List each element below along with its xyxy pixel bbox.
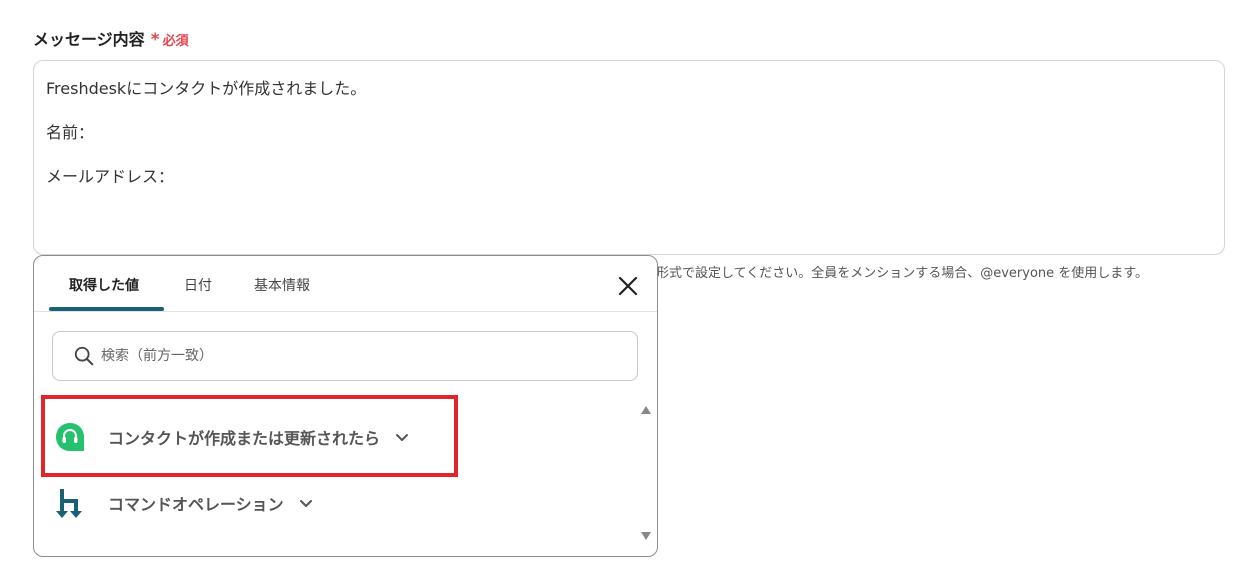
field-label-text: メッセージ内容 bbox=[33, 30, 145, 49]
help-text: 形式で設定してください。全員をメンションする場合、@everyone を使用しま… bbox=[656, 266, 1148, 281]
list-item-freshdesk-trigger[interactable]: コンタクトが作成または更新されたら bbox=[54, 421, 410, 453]
required-badge: 必須 bbox=[162, 34, 189, 49]
tab-bar: 取得した値 日付 基本情報 bbox=[34, 256, 657, 312]
search-box[interactable] bbox=[52, 331, 638, 381]
active-tab-indicator bbox=[49, 307, 164, 311]
scroll-down-arrow[interactable] bbox=[641, 532, 651, 540]
freshdesk-headset-icon bbox=[56, 423, 84, 451]
required-asterisk: * bbox=[150, 30, 160, 50]
chevron-down-icon[interactable] bbox=[394, 429, 410, 445]
search-icon bbox=[74, 346, 94, 366]
tab-date[interactable]: 日付 bbox=[184, 275, 212, 295]
list-item-command-operation[interactable]: コマンドオペレーション bbox=[54, 487, 314, 519]
list-item-label: コンタクトが作成または更新されたら bbox=[108, 429, 381, 448]
message-line: メールアドレス： bbox=[46, 167, 175, 186]
yoom-command-icon bbox=[56, 489, 82, 518]
scrollbar[interactable] bbox=[638, 406, 654, 540]
message-textarea[interactable]: Freshdeskにコンタクトが作成されました。 名前： メールアドレス： bbox=[33, 60, 1225, 255]
scroll-up-arrow[interactable] bbox=[641, 406, 651, 414]
close-icon[interactable] bbox=[616, 274, 640, 298]
tab-basic-info[interactable]: 基本情報 bbox=[254, 275, 310, 295]
chevron-down-icon[interactable] bbox=[298, 495, 314, 511]
message-line: Freshdeskにコンタクトが作成されました。 bbox=[46, 79, 367, 98]
message-line: 名前： bbox=[46, 123, 95, 142]
tab-retrieved-values[interactable]: 取得した値 bbox=[69, 275, 139, 295]
field-label: メッセージ内容 * 必須 bbox=[33, 26, 189, 50]
variable-picker-popup: 取得した値 日付 基本情報 コンタクトが作成または更新されたら bbox=[33, 255, 658, 557]
search-input[interactable] bbox=[101, 348, 581, 364]
list-item-label: コマンドオペレーション bbox=[108, 495, 284, 514]
